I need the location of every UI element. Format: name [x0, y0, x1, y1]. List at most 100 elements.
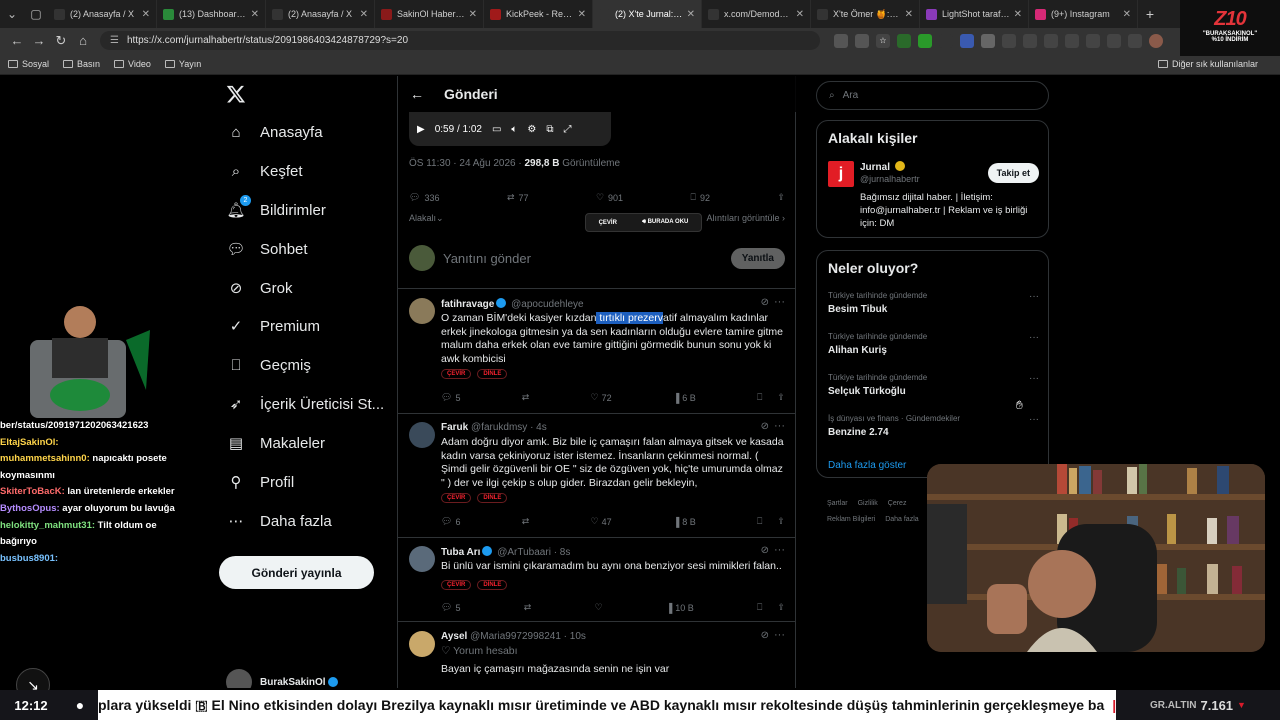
heart-ext-icon[interactable]: [1107, 33, 1121, 48]
nav-item-4[interactable]: 💬︎ Sohbet: [226, 239, 307, 259]
grok-icon[interactable]: ⊘: [761, 421, 769, 432]
repost-action[interactable]: ⇄: [522, 516, 530, 527]
reply-action[interactable]: 💬︎ 5: [441, 392, 460, 403]
post-button[interactable]: Gönderi yayınla: [219, 556, 374, 589]
reader-ext-icon[interactable]: [855, 33, 869, 48]
trend-item[interactable]: Türkiye tarihinde gündemde Besim Tibuk ···: [828, 291, 1039, 315]
browser-tab[interactable]: (2) Anasayfa / X ✕: [48, 0, 157, 28]
nav-item-8[interactable]: ➶ İçerik Üreticisi St...: [226, 394, 384, 414]
url-input[interactable]: ☰ https://x.com/jurnalhabertr/status/209…: [100, 31, 820, 50]
nav-item-10[interactable]: ⚲ Profil: [226, 472, 295, 492]
nav-item-11[interactable]: ⋯ Daha fazla: [226, 511, 332, 531]
footer-link[interactable]: Gizlilik: [858, 500, 878, 507]
reply-action[interactable]: 💬︎ 6: [441, 516, 460, 527]
tab-search-icon[interactable]: ⌄: [0, 0, 24, 28]
like-action[interactable]: ♡ 72: [591, 392, 612, 403]
close-icon[interactable]: ✕: [796, 9, 804, 20]
author-name[interactable]: Faruk: [441, 422, 468, 433]
reply-post[interactable]: Tuba Arı @ArTubaari · 8s ⊘ ··· Bi ünlü v…: [409, 544, 785, 624]
footer-link[interactable]: Çerez: [888, 500, 907, 507]
browser-tab[interactable]: x.com/DemodeArsiv ✕: [702, 0, 811, 28]
reply-button[interactable]: Yanıtla: [730, 247, 785, 269]
views-action[interactable]: ▐ 8 B: [673, 516, 696, 527]
share-action[interactable]: ⇪: [777, 192, 785, 203]
repost-action[interactable]: ⇄ 77: [507, 192, 529, 203]
more-options-icon[interactable]: ···: [1029, 373, 1039, 384]
split-view-icon[interactable]: [1044, 33, 1058, 48]
ext-icon-4[interactable]: [1002, 33, 1016, 48]
more-options-icon[interactable]: ···: [774, 544, 785, 556]
reply-action[interactable]: 💬︎ 5: [441, 602, 460, 613]
play-icon[interactable]: ▶: [417, 124, 425, 135]
browser-tab[interactable]: (13) Dashboard / St ✕: [157, 0, 266, 28]
close-icon[interactable]: ✕: [251, 9, 259, 20]
repost-action[interactable]: ⇄: [522, 392, 530, 403]
author-name[interactable]: Tuba Arı: [441, 547, 480, 558]
star-icon[interactable]: ☆: [876, 33, 890, 48]
other-bookmarks[interactable]: Diğer sık kullanılanlar: [1157, 59, 1258, 69]
site-info-icon[interactable]: ☰: [110, 35, 119, 46]
more-options-icon[interactable]: ···: [774, 629, 785, 641]
sort-dropdown[interactable]: Alakalı⌄: [409, 213, 444, 224]
share-icon[interactable]: ⇪: [777, 516, 785, 527]
browser-tab[interactable]: (2) X'te Jurnal: "Bir v ✕: [593, 0, 702, 28]
close-icon[interactable]: ✕: [1123, 9, 1131, 20]
browser-tab[interactable]: (9+) Instagram ✕: [1029, 0, 1138, 28]
forward-icon[interactable]: →: [28, 33, 50, 48]
more-options-icon[interactable]: ···: [1029, 414, 1039, 425]
show-more-link[interactable]: Daha fazla göster: [828, 460, 906, 471]
more-options-icon[interactable]: ···: [1029, 332, 1039, 343]
close-icon[interactable]: ✕: [469, 9, 477, 20]
bookmark-folder-yayin[interactable]: Yayın: [164, 59, 201, 69]
popup-translate-button[interactable]: ÇEVİR: [599, 220, 617, 226]
nav-item-7[interactable]: ⎕ Geçmiş: [226, 355, 310, 375]
reply-post[interactable]: fatihravage @apocudehleye ⊘ ··· O zaman …: [409, 296, 785, 416]
browser-tab[interactable]: (2) Anasayfa / X ✕: [266, 0, 375, 28]
listen-tag[interactable]: DİNLE: [477, 493, 508, 503]
follow-button[interactable]: Takip et: [987, 163, 1039, 183]
close-icon[interactable]: ✕: [905, 9, 913, 20]
nav-item-1[interactable]: ⌂ Anasayfa: [226, 122, 322, 142]
reload-icon[interactable]: ↻: [50, 33, 72, 49]
browser-tab[interactable]: SakinOl Haber Merk ✕: [375, 0, 484, 28]
close-icon[interactable]: ✕: [1014, 9, 1022, 20]
sheets-ext-icon[interactable]: [897, 33, 911, 48]
reply-post[interactable]: Faruk @farukdmsy · 4s ⊘ ··· Adam doğru d…: [409, 420, 785, 537]
reply-action[interactable]: 💬︎ 336: [409, 192, 439, 203]
bookmark-folder-basin[interactable]: Basın: [63, 59, 100, 69]
green-ext-icon[interactable]: [918, 33, 932, 48]
popup-read-here-button[interactable]: 🔊︎ BURADA OKU: [642, 219, 688, 226]
ext-icon-2[interactable]: [960, 33, 974, 48]
trend-item[interactable]: İş dünyası ve finans · Gündemdekiler Benz…: [828, 414, 1039, 438]
translate-tag[interactable]: ÇEVİR: [441, 580, 472, 590]
trend-item[interactable]: Türkiye tarihinde gündemde Alihan Kuriş ··…: [828, 332, 1039, 356]
nav-item-6[interactable]: ✓ Premium: [226, 316, 320, 336]
author-name[interactable]: Aysel: [441, 631, 467, 642]
share-icon[interactable]: ⇪: [777, 602, 785, 613]
new-tab-button[interactable]: +: [1138, 6, 1162, 22]
back-arrow-icon[interactable]: ←: [410, 86, 424, 102]
footer-link[interactable]: Şartlar: [827, 500, 848, 507]
grok-icon[interactable]: ⊘: [761, 297, 769, 308]
more-options-icon[interactable]: ···: [774, 420, 785, 432]
back-icon[interactable]: ←: [6, 33, 28, 48]
listen-tag[interactable]: DİNLE: [477, 369, 508, 379]
translate-ext-icon[interactable]: [834, 33, 848, 48]
volume-icon[interactable]: 🔈︎: [511, 124, 517, 135]
fullscreen-icon[interactable]: ⤢: [564, 124, 572, 135]
grok-icon[interactable]: ⊘: [761, 630, 769, 641]
x-logo-icon[interactable]: [226, 84, 246, 104]
close-icon[interactable]: ✕: [687, 9, 695, 20]
bookmark-action[interactable]: ⎕ ⇪: [757, 602, 785, 613]
translate-tag[interactable]: ÇEVİR: [441, 369, 472, 379]
profile-avatar[interactable]: [1149, 33, 1163, 48]
views-action[interactable]: ▐ 6 B: [673, 392, 696, 403]
more-options-icon[interactable]: ···: [1029, 291, 1039, 302]
close-icon[interactable]: ✕: [578, 9, 586, 20]
reply-post[interactable]: Aysel @Maria9972998241 · 10s ⊘ ··· ♡ Yor…: [409, 629, 785, 688]
search-input[interactable]: ⌕ Ara: [816, 81, 1049, 110]
captions-icon[interactable]: ▭: [492, 124, 501, 135]
bookmark-folder-sosyal[interactable]: Sosyal: [8, 59, 49, 69]
translate-tag[interactable]: ÇEVİR: [441, 493, 472, 503]
bookmark-action[interactable]: ⎕ 92: [691, 192, 710, 203]
